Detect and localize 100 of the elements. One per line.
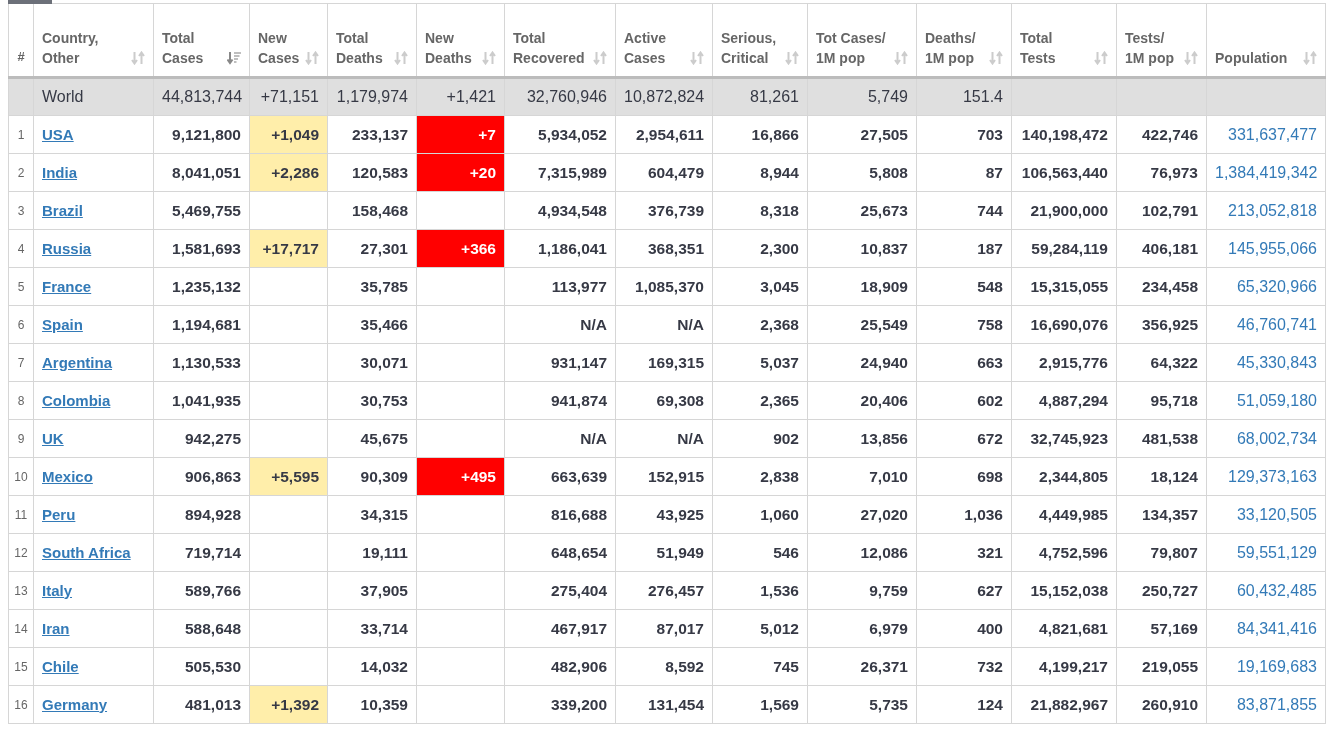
table-cell: 152,915: [615, 457, 713, 496]
table-cell: 65,320,966: [1206, 267, 1326, 306]
table-cell: +17,717: [249, 229, 328, 268]
table-cell: 321: [916, 533, 1012, 572]
table-cell: 1,179,974: [327, 77, 417, 116]
country-link[interactable]: Spain: [42, 315, 83, 333]
table-cell: 894,928: [153, 495, 250, 534]
table-cell: 120,583: [327, 153, 417, 192]
table-cell: 79,807: [1116, 533, 1207, 572]
tab-marker: [8, 0, 52, 4]
country-link[interactable]: Chile: [42, 657, 79, 675]
table-cell: 9,121,800: [153, 115, 250, 154]
table-cell: 158,468: [327, 191, 417, 230]
table-cell: 482,906: [504, 647, 616, 686]
table-cell: 124: [916, 685, 1012, 724]
table-cell: 906,863: [153, 457, 250, 496]
table-cell: 25,549: [807, 305, 917, 344]
table-cell: 27,301: [327, 229, 417, 268]
row-number: 14: [8, 609, 34, 648]
column-header[interactable]: Total Cases: [153, 3, 250, 78]
row-number: 3: [8, 191, 34, 230]
table-cell: 69,308: [615, 381, 713, 420]
table-cell: 27,020: [807, 495, 917, 534]
country-link[interactable]: UK: [42, 429, 64, 447]
table-cell: 2,300: [712, 229, 808, 268]
country-link[interactable]: USA: [42, 125, 74, 143]
row-number: 13: [8, 571, 34, 610]
column-header[interactable]: Population: [1206, 3, 1326, 78]
column-header[interactable]: Total Recovered: [504, 3, 616, 78]
table-cell: 87: [916, 153, 1012, 192]
table-cell: 467,917: [504, 609, 616, 648]
table-cell: 233,137: [327, 115, 417, 154]
table-cell: 15,152,038: [1011, 571, 1117, 610]
column-header[interactable]: Country, Other: [33, 3, 154, 78]
column-header[interactable]: Tests/ 1M pop: [1116, 3, 1207, 78]
column-header[interactable]: Total Tests: [1011, 3, 1117, 78]
table-cell: 548: [916, 267, 1012, 306]
row-number: 15: [8, 647, 34, 686]
table-cell: 37,905: [327, 571, 417, 610]
country-link[interactable]: Mexico: [42, 467, 93, 485]
table-cell: 21,900,000: [1011, 191, 1117, 230]
table-cell: 250,727: [1116, 571, 1207, 610]
table-cell: 260,910: [1116, 685, 1207, 724]
table-cell: 15,315,055: [1011, 267, 1117, 306]
table-cell: 744: [916, 191, 1012, 230]
table-cell: 12,086: [807, 533, 917, 572]
table-cell: 44,813,744: [153, 77, 250, 116]
table-cell: 1,569: [712, 685, 808, 724]
country-link[interactable]: India: [42, 163, 77, 181]
row-number: 8: [8, 381, 34, 420]
table-cell: 816,688: [504, 495, 616, 534]
table-cell: 2,368: [712, 305, 808, 344]
table-cell: 276,457: [615, 571, 713, 610]
table-cell: 20,406: [807, 381, 917, 420]
column-header[interactable]: Active Cases: [615, 3, 713, 78]
country-link[interactable]: Brazil: [42, 201, 83, 219]
column-header[interactable]: Tot Cases/ 1M pop: [807, 3, 917, 78]
table-cell: 719,714: [153, 533, 250, 572]
table-cell: 275,404: [504, 571, 616, 610]
table-cell: 35,785: [327, 267, 417, 306]
table-cell: 4,449,985: [1011, 495, 1117, 534]
table-cell: 87,017: [615, 609, 713, 648]
table-cell: 5,469,755: [153, 191, 250, 230]
table-cell: 400: [916, 609, 1012, 648]
table-cell: 59,551,129: [1206, 533, 1326, 572]
table-cell: 8,944: [712, 153, 808, 192]
table-cell: 505,530: [153, 647, 250, 686]
table-cell: 663: [916, 343, 1012, 382]
table-cell: 376,739: [615, 191, 713, 230]
column-header[interactable]: Serious, Critical: [712, 3, 808, 78]
table-cell: 26,371: [807, 647, 917, 686]
table-cell: 1,194,681: [153, 305, 250, 344]
table-cell: 4,752,596: [1011, 533, 1117, 572]
table-cell: 106,563,440: [1011, 153, 1117, 192]
table-cell: 7,010: [807, 457, 917, 496]
column-header[interactable]: Total Deaths: [327, 3, 417, 78]
column-header[interactable]: Deaths/ 1M pop: [916, 3, 1012, 78]
table-cell: 95,718: [1116, 381, 1207, 420]
table-cell: +366: [416, 229, 505, 268]
rank-header: #: [8, 3, 34, 78]
column-header[interactable]: New Deaths: [416, 3, 505, 78]
country-link[interactable]: France: [42, 277, 92, 295]
table-cell: 59,284,119: [1011, 229, 1117, 268]
table-cell: 422,746: [1116, 115, 1207, 154]
table-cell: 33,120,505: [1206, 495, 1326, 534]
table-cell: 9,759: [807, 571, 917, 610]
row-number: 16: [8, 685, 34, 724]
column-header[interactable]: New Cases: [249, 3, 328, 78]
country-link[interactable]: Peru: [42, 505, 76, 523]
country-link[interactable]: Iran: [42, 619, 70, 637]
table-cell: 8,041,051: [153, 153, 250, 192]
table-cell: 151.4: [916, 77, 1012, 116]
table-cell: 90,309: [327, 457, 417, 496]
country-link[interactable]: Italy: [42, 581, 72, 599]
table-cell: 4,887,294: [1011, 381, 1117, 420]
table-cell: 942,275: [153, 419, 250, 458]
table-cell: 25,673: [807, 191, 917, 230]
country-link[interactable]: Russia: [42, 239, 92, 257]
table-cell: 602: [916, 381, 1012, 420]
table-cell: 33,714: [327, 609, 417, 648]
